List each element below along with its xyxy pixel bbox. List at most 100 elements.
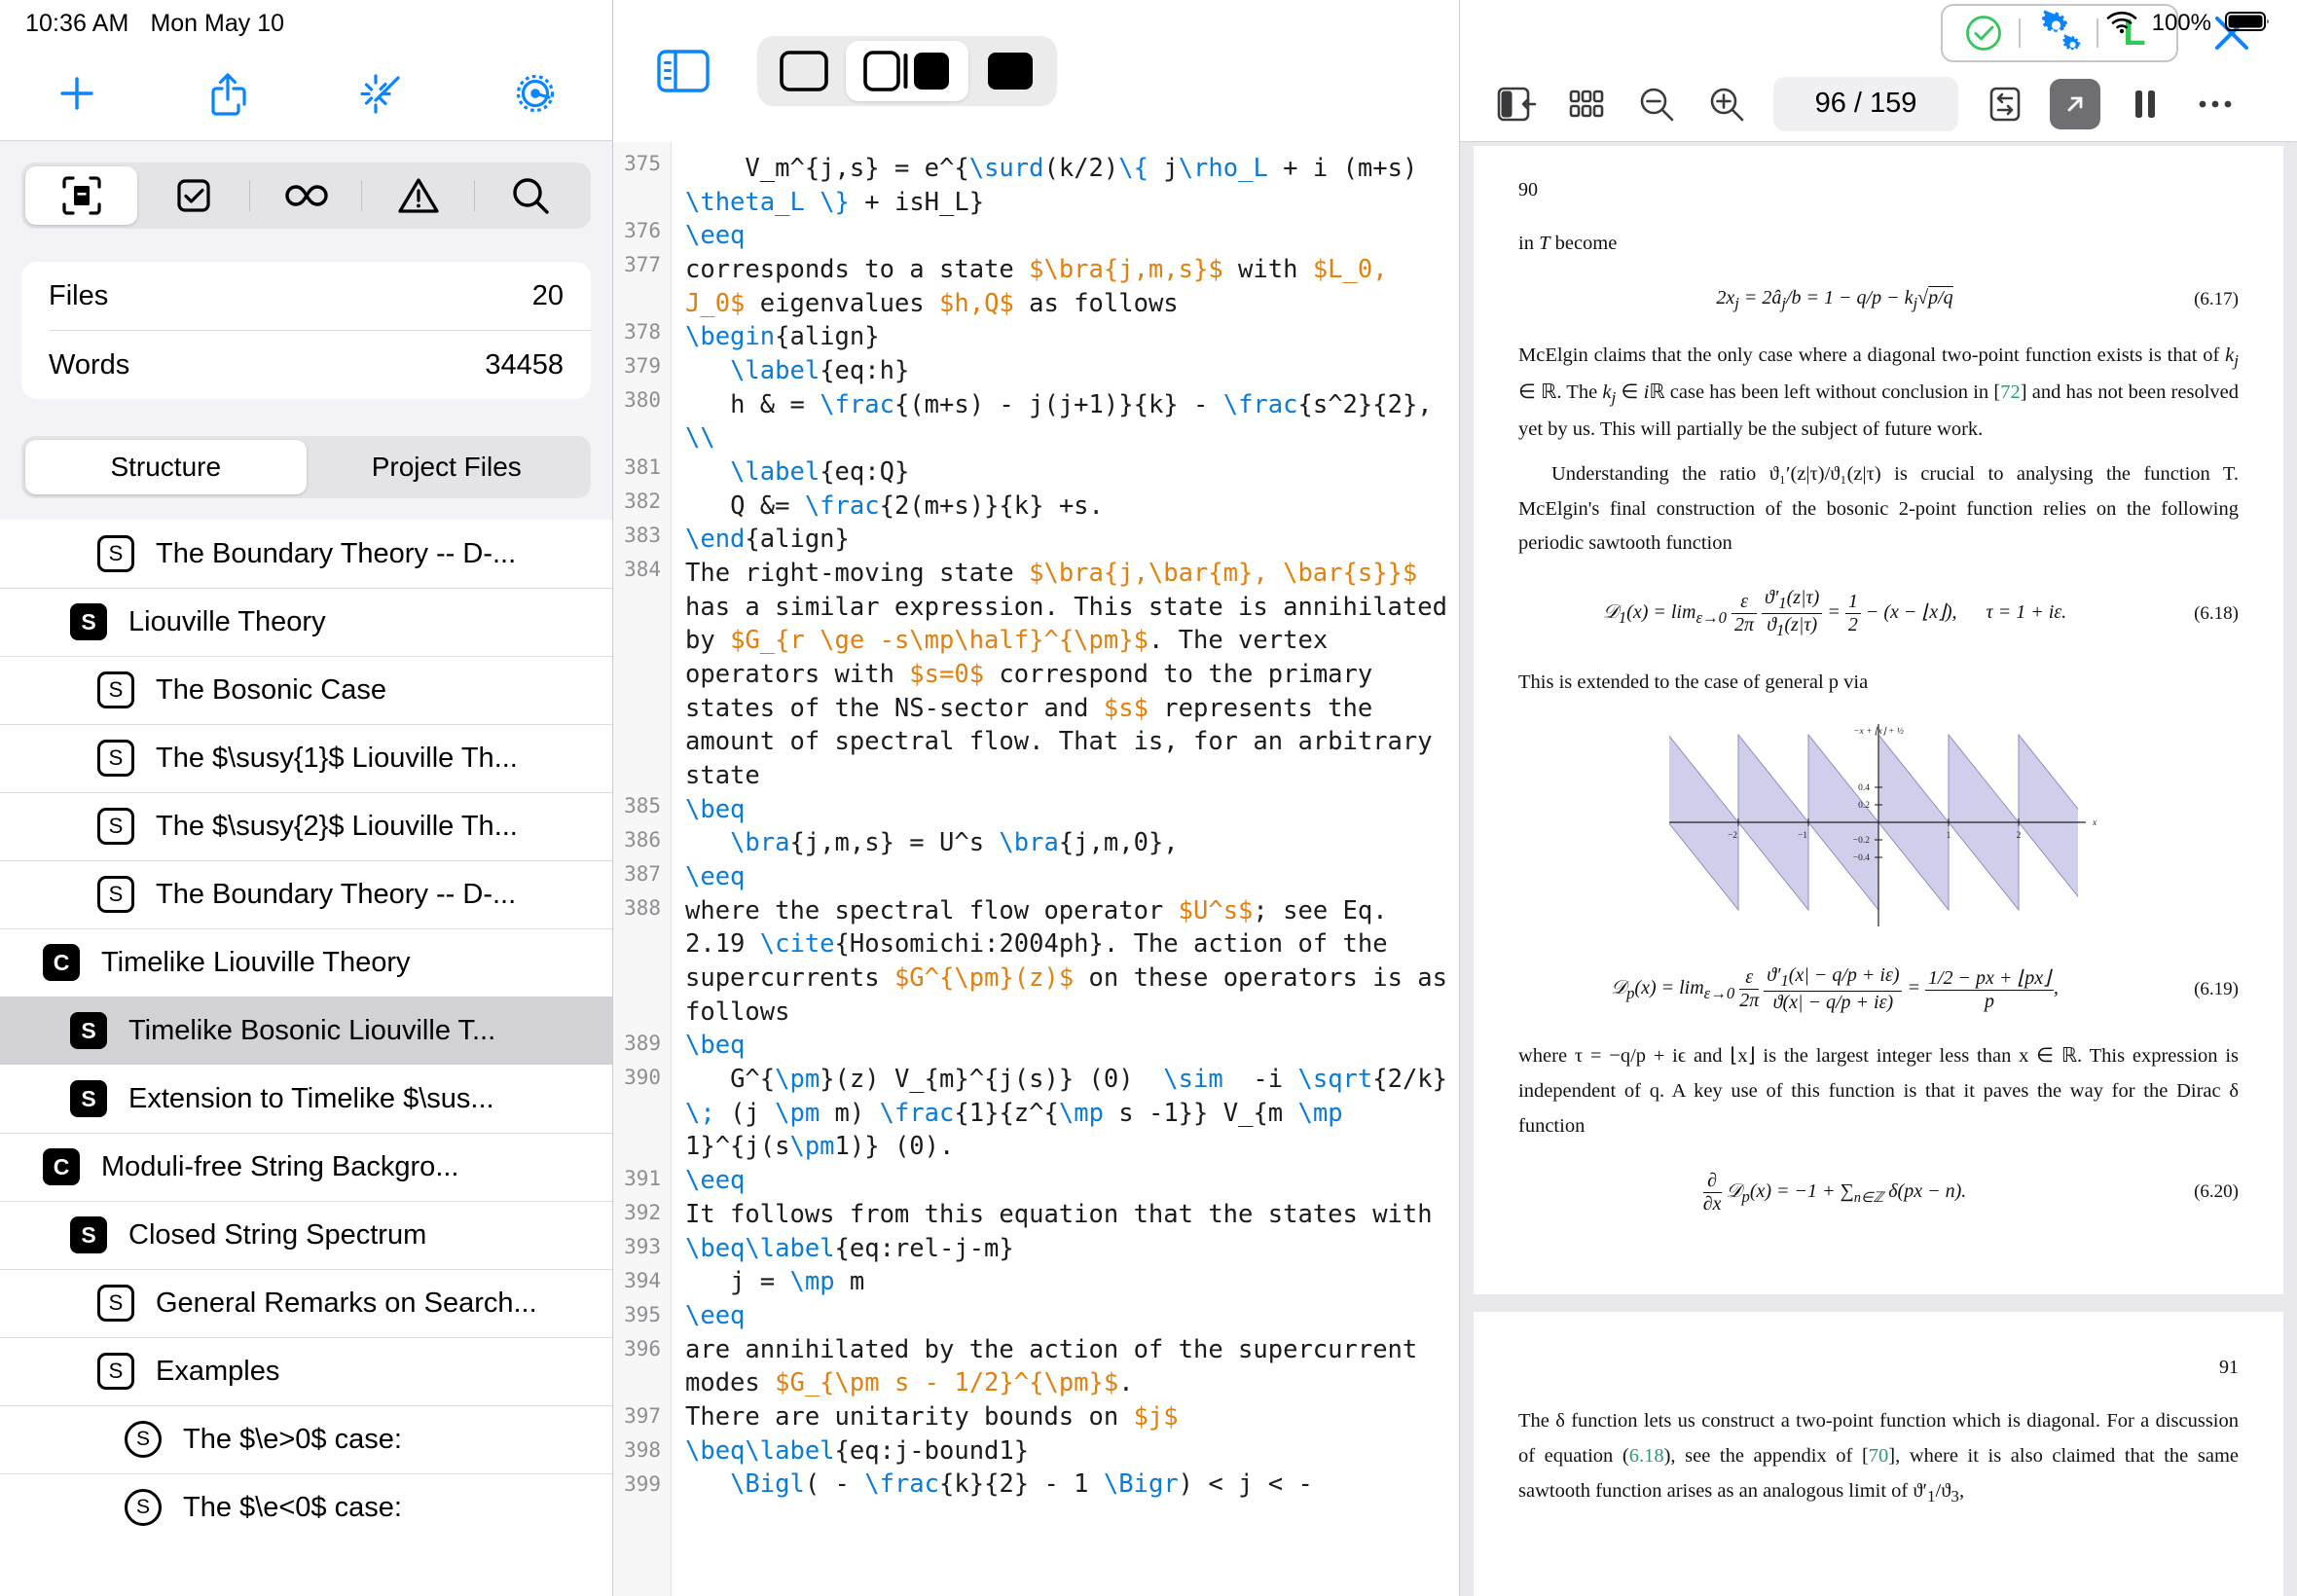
tab-project-files[interactable]: Project Files: [307, 440, 588, 494]
zoom-out-icon[interactable]: [1622, 74, 1692, 134]
line-number: 394: [624, 1269, 661, 1292]
structure-item[interactable]: S Closed String Spectrum: [0, 1201, 612, 1269]
structure-item[interactable]: C Moduli-free String Backgro...: [0, 1133, 612, 1201]
sawtooth-figure: −2 −1 1 2 0.4 0.2 −0.2 −0.4 x −x + ⌊x⌋ +…: [1650, 710, 2107, 939]
latex-text-token: .: [1118, 1368, 1134, 1398]
latex-math-token: $\bra{j,\bar{m}, \bar{s}}$: [1029, 559, 1418, 589]
panel-left-icon[interactable]: [1481, 74, 1551, 134]
latex-code-editor[interactable]: 375 376 377 378 379 380 381 382 383 384 385 386 387 3…: [613, 142, 1459, 1596]
latex-text-token: as follows: [1013, 288, 1179, 318]
latex-command-token: \frac: [879, 1098, 955, 1128]
pdf-equation-620-body: ∂ ∂x 𝒟p(x) = −1 + ∑n∈ℤ δ(px − n).: [1702, 1169, 1967, 1215]
line-number: 378: [624, 320, 661, 344]
pdf-citation-72[interactable]: 72: [2000, 381, 2021, 403]
ellipsis-icon[interactable]: [2180, 74, 2250, 134]
sidebar-tabs[interactable]: Structure Project Files: [21, 436, 591, 498]
row-separator: [0, 588, 612, 589]
structure-item[interactable]: S The $\susy{2}$ Liouville Th...: [0, 792, 612, 860]
stat-label-files: Files: [49, 279, 109, 311]
latex-command-token: \label: [730, 457, 820, 488]
tab-structure[interactable]: Structure: [25, 440, 307, 494]
row-separator: [0, 724, 612, 725]
infinity-tab[interactable]: [250, 166, 363, 225]
document-scan-tab[interactable]: [25, 166, 138, 225]
svg-text:0.4: 0.4: [1858, 783, 1870, 793]
row-separator: [0, 792, 612, 793]
latex-text-token: {j,m,0},: [1058, 828, 1179, 858]
warnings-tab[interactable]: [362, 166, 475, 225]
latex-text-token: [805, 188, 820, 217]
zoom-in-icon[interactable]: [1692, 74, 1762, 134]
latex-text-token: {align}: [745, 525, 850, 555]
magic-button[interactable]: [307, 47, 459, 140]
structure-item[interactable]: S Timelike Bosonic Liouville T...: [0, 997, 612, 1065]
line-number: 388: [624, 896, 661, 920]
settings-button[interactable]: [459, 47, 612, 140]
line-number: 375: [624, 152, 661, 175]
external-link-icon[interactable]: [2050, 78, 2100, 129]
add-button[interactable]: [0, 47, 153, 140]
code-line: \eeq: [685, 1164, 1451, 1198]
row-separator: [0, 1133, 612, 1134]
line-number: 382: [624, 490, 661, 513]
structure-item[interactable]: S The $\e>0$ case:: [0, 1405, 612, 1473]
grid-icon[interactable]: [1551, 74, 1622, 134]
structure-outline-list[interactable]: S The Boundary Theory -- D-... S Liouville …: [0, 520, 612, 1596]
code-line: \Bigl( - \frac{k}{2} - 1 \Bigr) < j < -: [685, 1468, 1451, 1502]
share-button[interactable]: [153, 47, 306, 140]
structure-item-label: The Boundary Theory -- D-...: [156, 537, 517, 569]
structure-item[interactable]: S Extension to Timelike $\sus...: [0, 1065, 612, 1133]
pdf-paragraph-3: This is extended to the case of general …: [1518, 671, 1869, 694]
editor-code-content[interactable]: V_m^{j,s} = e^{\surd(k/2)\{ j\rho_L + i …: [672, 142, 1459, 1596]
sync-arrows-icon[interactable]: [1970, 74, 2040, 134]
todo-tab[interactable]: [137, 166, 250, 225]
pdf-page-indicator[interactable]: 96 / 159: [1773, 76, 1958, 131]
gears-icon[interactable]: [2021, 10, 2096, 56]
two-column-icon[interactable]: [2110, 74, 2180, 134]
pdf-page-90: 90 in T become 2xj = 2âj/b = 1 − q/p − k…: [1474, 146, 2283, 1294]
structure-item[interactable]: S The $\susy{1}$ Liouville Th...: [0, 724, 612, 792]
pdf-citation-618[interactable]: 6.18: [1629, 1445, 1664, 1467]
pdf-citation-70[interactable]: 70: [1869, 1445, 1889, 1467]
line-number: 383: [624, 524, 661, 547]
sidebar-panel-icon[interactable]: [656, 48, 711, 94]
section-badge-icon: S: [70, 1012, 107, 1049]
latex-math-token: $G_{r \ge -s\mp\half}^{\pm}$: [730, 626, 1148, 656]
structure-item[interactable]: S The $\e<0$ case:: [0, 1473, 612, 1542]
code-line: The right-moving state $\bra{j,\bar{m}, …: [685, 557, 1451, 793]
sidebar-mode-segmented[interactable]: [21, 163, 591, 229]
structure-item[interactable]: S General Remarks on Search...: [0, 1269, 612, 1337]
latex-command-token: \frac: [864, 1469, 940, 1500]
line-number: 397: [624, 1404, 661, 1428]
latex-text-token: h & =: [685, 389, 820, 419]
pdf-scroll-area[interactable]: 90 in T become 2xj = 2âj/b = 1 − q/p − k…: [1460, 142, 2297, 1596]
code-line: \beq: [685, 1029, 1451, 1063]
structure-item[interactable]: S Liouville Theory: [0, 588, 612, 656]
latex-text-token: G^{: [685, 1065, 776, 1095]
layout-split[interactable]: [846, 41, 968, 101]
check-circle-icon[interactable]: [1949, 13, 2019, 54]
pdf-page-number: 90: [1518, 179, 1538, 200]
layout-segmented-control[interactable]: [757, 36, 1057, 106]
structure-item[interactable]: S Examples: [0, 1337, 612, 1405]
layout-preview-only[interactable]: [968, 41, 1052, 101]
pdf-equation-618-body: 𝒟1(x) = limε→0 ε 2π ϑ′1(z|τ) ϑ1(z|τ) = 12 …: [1602, 587, 2067, 640]
pdf-toolbar[interactable]: 96 / 159: [1460, 66, 2297, 142]
latex-text-token: {s^2}{2},: [1297, 389, 1448, 419]
latex-command-token: \Bigl: [730, 1469, 805, 1500]
status-clock: 10:36 AM: [25, 9, 129, 37]
latex-command-token: \beq\label: [685, 1233, 835, 1263]
layout-editor-only[interactable]: [762, 41, 846, 101]
structure-item[interactable]: S The Boundary Theory -- D-...: [0, 860, 612, 928]
latex-command-token: \{: [1118, 154, 1148, 183]
latex-command-token: \mp: [789, 1267, 835, 1297]
structure-item[interactable]: S The Bosonic Case: [0, 656, 612, 724]
sidebar-mode-segmented-wrap: [0, 141, 612, 229]
latex-command-token: \eeq: [685, 1300, 746, 1330]
code-line: \beq\label{eq:j-bound1}: [685, 1434, 1451, 1469]
pdf-equation-620: ∂ ∂x 𝒟p(x) = −1 + ∑n∈ℤ δ(px − n). (6.20): [1518, 1170, 2239, 1215]
structure-item[interactable]: S The Boundary Theory -- D-...: [0, 520, 612, 588]
search-tab[interactable]: [475, 166, 587, 225]
structure-item[interactable]: C Timelike Liouville Theory: [0, 928, 612, 997]
line-number: 385: [624, 794, 661, 817]
